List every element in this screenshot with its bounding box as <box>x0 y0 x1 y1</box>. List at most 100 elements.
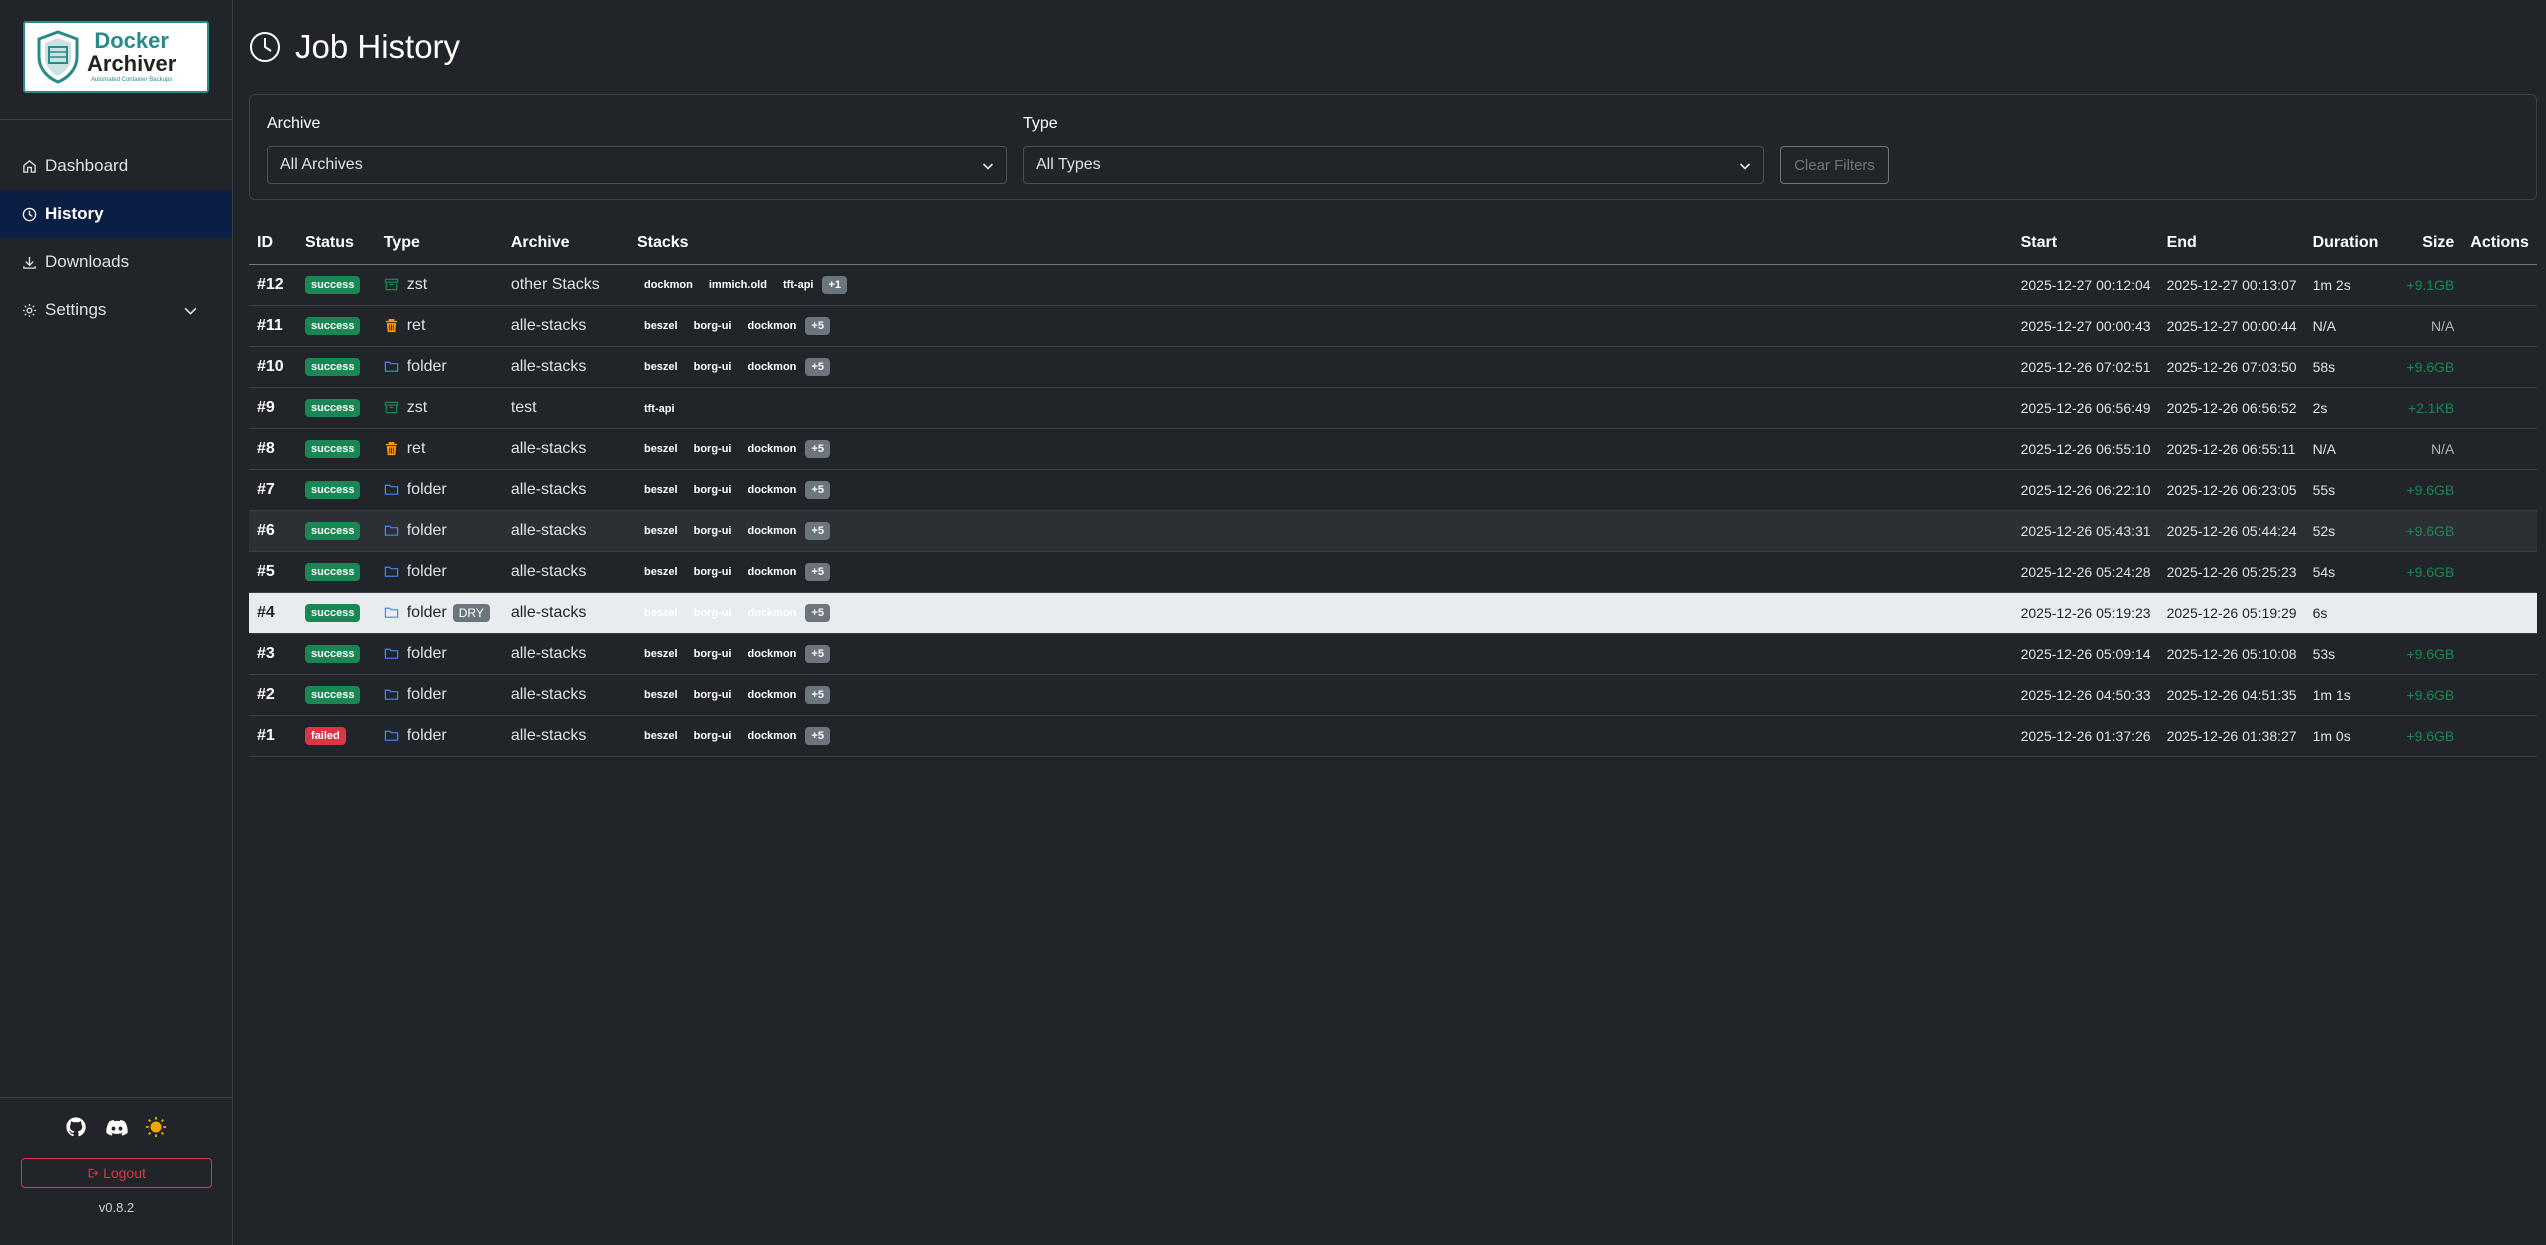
size-delta: +9.6GB <box>2398 633 2463 675</box>
type-select[interactable]: All Types <box>1023 146 1764 184</box>
col-header-type[interactable]: Type <box>375 222 503 265</box>
discord-icon[interactable] <box>105 1116 129 1140</box>
col-header-size[interactable]: Size <box>2398 222 2463 265</box>
sidebar-item-settings[interactable]: Settings <box>0 286 232 334</box>
more-stacks-badge[interactable]: +5 <box>805 645 830 663</box>
archive-select[interactable]: All Archives <box>267 146 1007 184</box>
stack-tag: tft-api <box>643 402 675 415</box>
stacks-cell: beszel borg-ui dockmon +5 <box>628 305 2013 347</box>
sun-icon[interactable] <box>145 1116 169 1140</box>
more-stacks-badge[interactable]: +5 <box>805 686 830 704</box>
duration: 52s <box>2304 510 2399 552</box>
duration: 55s <box>2304 469 2399 511</box>
status-cell: success <box>297 428 376 470</box>
table-row[interactable]: #4 success folder DRY alle-stacks beszel b… <box>249 592 2537 634</box>
col-header-duration[interactable]: Duration <box>2304 222 2399 265</box>
duration: 53s <box>2304 633 2399 675</box>
col-header-id[interactable]: ID <box>249 222 298 265</box>
folder-icon <box>384 730 398 741</box>
size-delta: +9.6GB <box>2398 346 2463 388</box>
brand-logo[interactable]: Docker Archiver Automated Container Back… <box>23 21 209 93</box>
size-delta: +9.6GB <box>2398 510 2463 552</box>
type-cell: ret <box>375 428 503 470</box>
type-cell: ret <box>375 305 503 347</box>
actions-cell <box>2462 346 2537 388</box>
table-row[interactable]: #12 success zst other Stacks dockmon immi… <box>249 264 2537 306</box>
job-history-table: ID Status Type Archive Stacks Start End … <box>249 222 2537 757</box>
status-cell: success <box>297 305 376 347</box>
sidebar-item-downloads[interactable]: Downloads <box>0 238 232 286</box>
col-header-stacks[interactable]: Stacks <box>628 222 2013 265</box>
table-row[interactable]: #3 success folder alle-stacks beszel borg… <box>249 633 2537 675</box>
sidebar-item-history[interactable]: History <box>0 190 232 238</box>
stack-tag: beszel <box>643 566 678 578</box>
job-type: folder <box>406 562 447 580</box>
more-stacks-badge[interactable]: +5 <box>805 317 830 335</box>
job-type: zst <box>406 275 428 293</box>
type-cell: folder <box>375 469 503 511</box>
size-delta <box>2398 592 2463 634</box>
more-stacks-badge[interactable]: +5 <box>805 358 830 376</box>
stack-tag: dockmon <box>747 361 797 373</box>
logout-button[interactable]: Logout <box>21 1158 212 1188</box>
stack-tag: beszel <box>643 484 678 496</box>
status-badge: failed <box>305 727 346 745</box>
type-cell: folder DRY <box>375 592 503 634</box>
table-row[interactable]: #10 success folder alle-stacks beszel bor… <box>249 346 2537 388</box>
col-header-start[interactable]: Start <box>2012 222 2159 265</box>
clear-filters-button[interactable]: Clear Filters <box>1780 146 1889 184</box>
job-id: #8 <box>249 428 298 470</box>
duration: N/A <box>2304 305 2399 347</box>
more-stacks-badge[interactable]: +1 <box>822 276 848 294</box>
archive-name: alle-stacks <box>502 428 629 470</box>
table-row[interactable]: #8 success ret alle-stacks beszel borg-ui… <box>249 428 2537 470</box>
sidebar-item-label: Dashboard <box>45 156 129 175</box>
col-header-status[interactable]: Status <box>297 222 376 265</box>
more-stacks-badge[interactable]: +5 <box>805 563 830 581</box>
actions-cell <box>2462 633 2537 675</box>
status-badge: success <box>305 317 361 335</box>
size-delta: N/A <box>2398 428 2463 470</box>
stack-tag: beszel <box>643 443 678 455</box>
actions-cell <box>2462 305 2537 347</box>
col-header-archive[interactable]: Archive <box>502 222 629 265</box>
job-type: ret <box>406 439 426 457</box>
archive-name: alle-stacks <box>502 592 629 634</box>
chevron-down-icon[interactable] <box>183 303 198 318</box>
more-stacks-badge[interactable]: +5 <box>805 604 830 622</box>
more-stacks-badge[interactable]: +5 <box>805 481 830 499</box>
table-row[interactable]: #2 success folder alle-stacks beszel borg… <box>249 674 2537 716</box>
sidebar: Docker Archiver Automated Container Back… <box>0 0 233 1245</box>
size-delta: N/A <box>2398 305 2463 347</box>
status-badge: success <box>305 522 361 540</box>
github-icon[interactable] <box>65 1116 89 1140</box>
stacks-cell: dockmon immich.old tft-api +1 <box>628 264 2013 306</box>
table-row[interactable]: #7 success folder alle-stacks beszel borg… <box>249 469 2537 511</box>
stack-tag: dockmon <box>747 525 797 537</box>
clock-icon <box>250 32 280 62</box>
folder-icon <box>384 607 398 618</box>
archive-name: alle-stacks <box>502 305 629 347</box>
job-id: #9 <box>249 387 298 429</box>
more-stacks-badge[interactable]: +5 <box>805 727 830 745</box>
more-stacks-badge[interactable]: +5 <box>805 440 830 458</box>
table-row[interactable]: #5 success folder alle-stacks beszel borg… <box>249 551 2537 593</box>
sidebar-item-dashboard[interactable]: Dashboard <box>0 142 232 190</box>
status-cell: success <box>297 633 376 675</box>
table-row[interactable]: #1 failed folder alle-stacks beszel borg-… <box>249 715 2537 757</box>
status-cell: success <box>297 346 376 388</box>
more-stacks-badge[interactable]: +5 <box>805 522 830 540</box>
stack-tag: borg-ui <box>693 361 732 373</box>
status-badge: success <box>305 440 361 458</box>
folder-icon <box>384 361 398 372</box>
sidebar-nav: Dashboard History Downloads Settings <box>0 142 232 334</box>
stacks-cell: beszel borg-ui dockmon +5 <box>628 715 2013 757</box>
job-id: #2 <box>249 674 298 716</box>
job-type: ret <box>406 316 426 334</box>
end-time: 2025-12-26 06:55:11 <box>2158 428 2305 470</box>
col-header-end[interactable]: End <box>2158 222 2305 265</box>
job-id: #3 <box>249 633 298 675</box>
table-row[interactable]: #11 success ret alle-stacks beszel borg-u… <box>249 305 2537 347</box>
table-row[interactable]: #9 success zst test tft-api 2025-12-26 0… <box>249 387 2537 429</box>
table-row[interactable]: #6 success folder alle-stacks beszel borg… <box>249 510 2537 552</box>
